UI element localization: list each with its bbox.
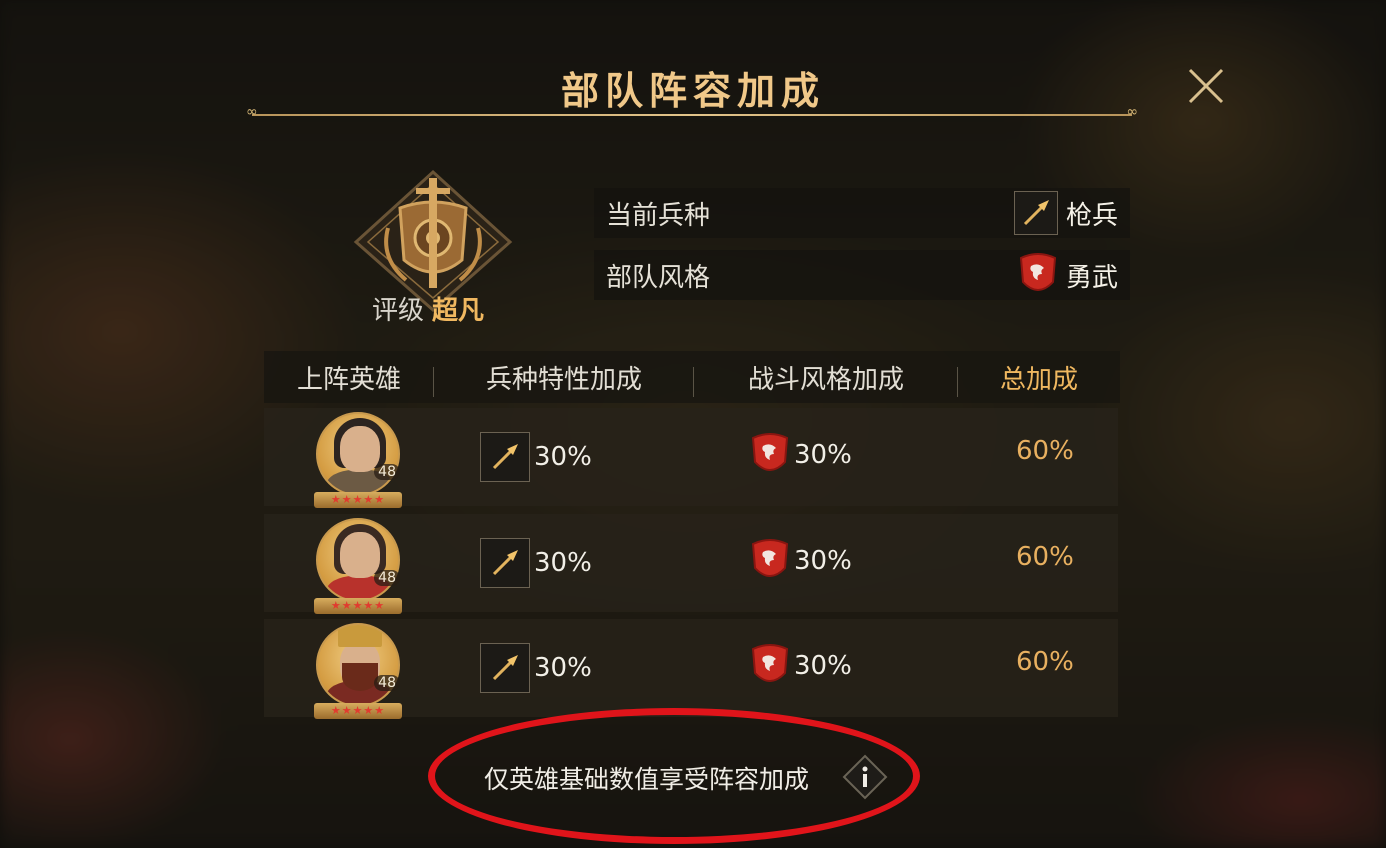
rank-value: 超凡 xyxy=(432,296,485,326)
table-header: 上阵英雄 兵种特性加成 战斗风格加成 总加成 xyxy=(264,351,1120,403)
total-bonus-value: 60% xyxy=(1016,647,1074,677)
col-total-bonus: 总加成 xyxy=(999,364,1078,395)
hero-stars: ★★★★★ xyxy=(314,598,402,614)
hero-stars: ★★★★★ xyxy=(314,703,402,719)
troop-type-value: 枪兵 xyxy=(1065,200,1118,231)
rank-label: 评级 xyxy=(372,296,425,326)
troop-style-value: 勇武 xyxy=(1065,262,1118,293)
total-bonus-value: 60% xyxy=(1016,542,1074,572)
table-row: 48 ★★★★★ 30% 30% 60% xyxy=(264,408,1118,508)
troop-type-label: 当前兵种 xyxy=(606,200,711,231)
style-bonus-cell: 30% xyxy=(750,538,852,584)
col-style-bonus: 战斗风格加成 xyxy=(694,359,958,397)
total-bonus-value: 60% xyxy=(1016,436,1074,466)
highlight-ring xyxy=(428,708,920,844)
troop-style-row: 部队风格 勇武 xyxy=(594,250,1130,300)
style-bonus-cell: 30% xyxy=(750,643,852,689)
hero-level: 48 xyxy=(374,675,400,691)
hero-portrait xyxy=(316,623,400,707)
hero-avatar[interactable]: 48 ★★★★★ xyxy=(314,623,402,719)
hero-portrait xyxy=(316,518,400,602)
spear-icon xyxy=(1013,191,1058,235)
table-row: 48 ★★★★★ 30% 30% 60% xyxy=(264,619,1118,719)
trait-bonus-value: 30% xyxy=(534,442,592,472)
spear-icon xyxy=(480,538,530,588)
trait-bonus-value: 30% xyxy=(534,653,592,683)
lion-shield-icon xyxy=(751,644,789,682)
hero-stars: ★★★★★ xyxy=(314,492,402,508)
hero-avatar[interactable]: 48 ★★★★★ xyxy=(314,412,402,508)
spear-icon xyxy=(480,432,530,482)
hero-level: 48 xyxy=(374,464,400,480)
trait-bonus-cell: 30% xyxy=(480,643,592,693)
style-bonus-cell: 30% xyxy=(750,432,852,478)
col-trait-bonus: 兵种特性加成 xyxy=(434,359,694,397)
trait-bonus-cell: 30% xyxy=(480,432,592,482)
current-troop-type-row: 当前兵种 枪兵 xyxy=(594,188,1130,238)
trait-bonus-value: 30% xyxy=(534,548,592,578)
style-bonus-value: 30% xyxy=(794,651,852,681)
table-row: 48 ★★★★★ 30% 30% 60% xyxy=(264,514,1118,614)
title-divider xyxy=(246,104,1138,120)
trait-bonus-cell: 30% xyxy=(480,538,592,588)
troop-style-label: 部队风格 xyxy=(606,262,711,293)
dialog-title: 部队阵容加成 xyxy=(560,68,825,113)
col-heroes: 上阵英雄 xyxy=(264,359,434,397)
lion-shield-icon xyxy=(1019,253,1057,291)
lion-shield-icon xyxy=(751,539,789,577)
spear-icon xyxy=(480,643,530,693)
hero-level: 48 xyxy=(374,570,400,586)
close-icon[interactable] xyxy=(1184,64,1228,108)
rank-display: 评级 超凡 xyxy=(372,290,484,327)
hero-avatar[interactable]: 48 ★★★★★ xyxy=(314,518,402,614)
lion-shield-icon xyxy=(751,433,789,471)
hero-portrait xyxy=(316,412,400,496)
style-bonus-value: 30% xyxy=(794,546,852,576)
style-bonus-value: 30% xyxy=(794,440,852,470)
